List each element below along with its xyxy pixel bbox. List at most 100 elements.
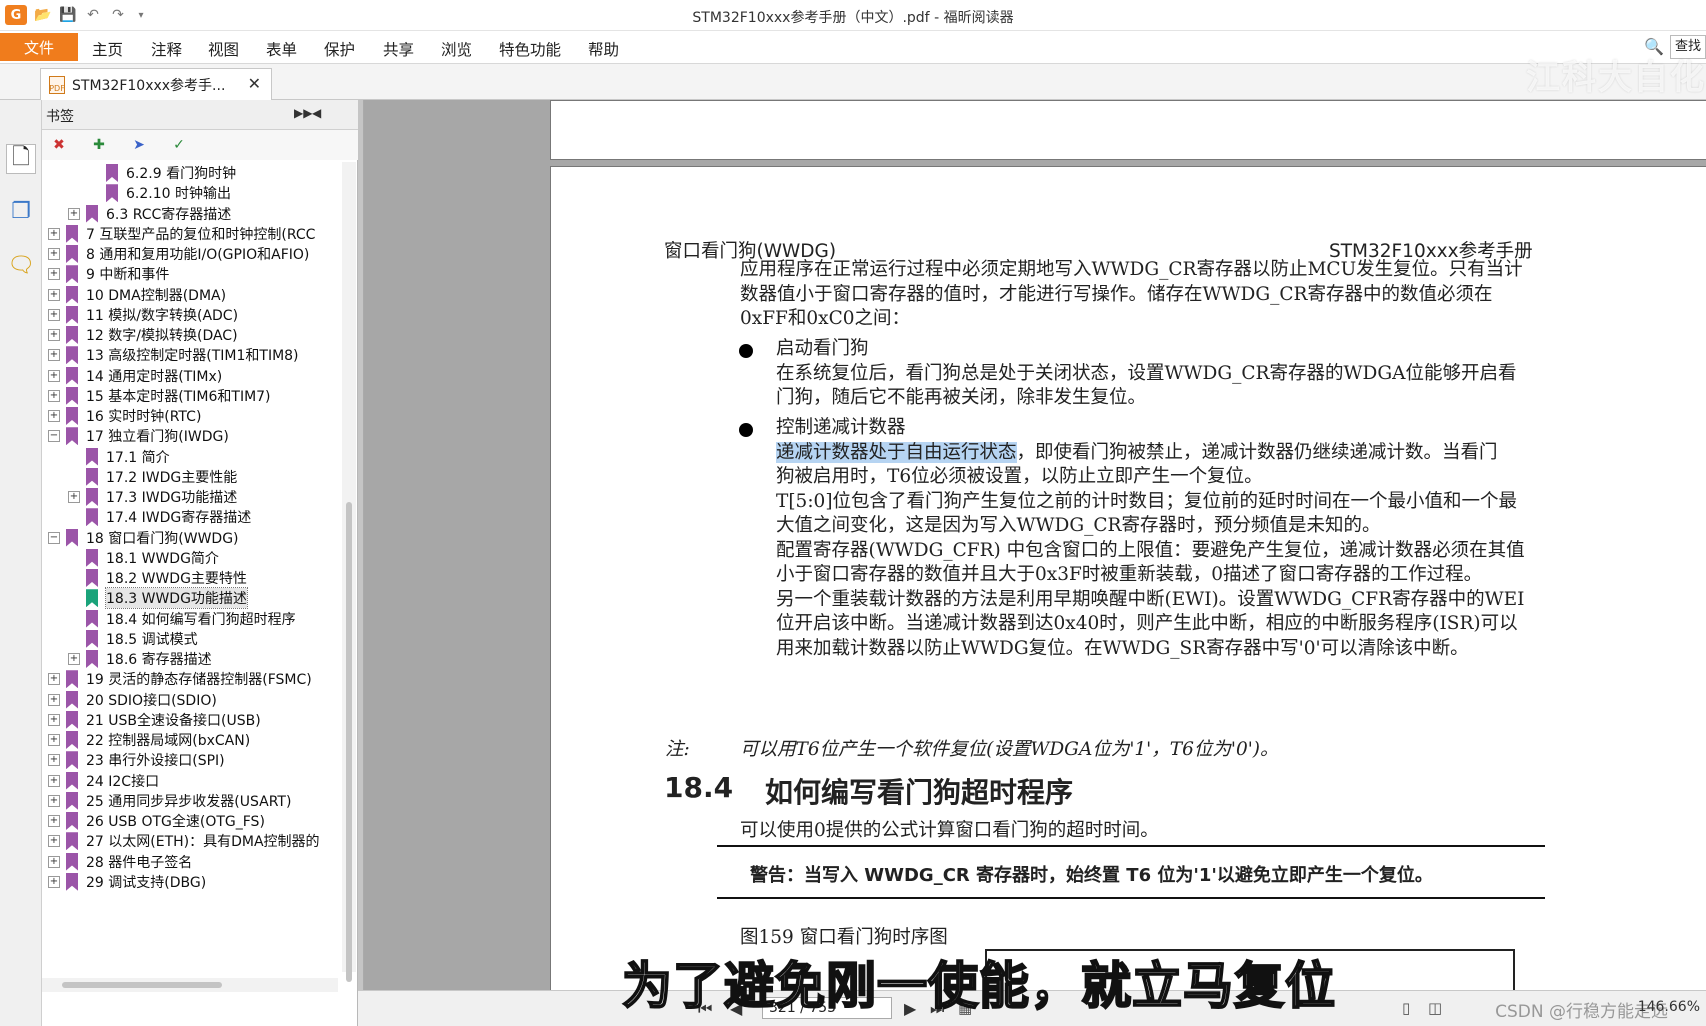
bookmark-item[interactable]: +8 通用和复用功能I/O(GPIO和AFIO) — [48, 243, 309, 265]
highlighted-text[interactable]: 递减计数器处于自由运行状态 — [776, 441, 1017, 463]
tab-browse[interactable]: 浏览 — [441, 38, 472, 60]
expand-bookmark-icon[interactable]: ➤ — [130, 136, 148, 154]
document-tab[interactable]: PDF STM32F10xxx参考手... ✕ — [40, 68, 272, 100]
comments-icon[interactable]: 🗨 — [6, 250, 36, 280]
bookmark-item[interactable]: +18.6 寄存器描述 — [68, 648, 212, 670]
expand-toggle-icon[interactable]: + — [48, 693, 60, 706]
tab-file[interactable]: 文件 — [0, 33, 78, 61]
bookmark-item[interactable]: 17.2 IWDG主要性能 — [68, 466, 237, 488]
expand-toggle-icon[interactable]: + — [48, 875, 60, 888]
bookmark-item[interactable]: +22 控制器局域网(bxCAN) — [48, 729, 250, 751]
expand-toggle-icon[interactable]: + — [48, 673, 60, 686]
bookmark-item[interactable]: +29 调试支持(DBG) — [48, 871, 206, 893]
bookmark-label: 20 SDIO接口(SDIO) — [86, 692, 217, 709]
bookmark-tree: 6.2.9 看门狗时钟 6.2.10 时钟输出 +6.3 RCC寄存器描述 +7 互联… — [42, 162, 338, 972]
expand-toggle-icon[interactable]: + — [68, 491, 80, 503]
collapse-panel-icon[interactable]: ◀ — [312, 106, 321, 120]
bookmark-item[interactable]: +12 数字/模拟转换(DAC) — [48, 324, 238, 346]
tab-comment[interactable]: 注释 — [151, 38, 182, 60]
bookmark-item[interactable]: +7 互联型产品的复位和时钟控制(RCC — [48, 223, 315, 245]
add-bookmark-icon[interactable]: ✚ — [90, 136, 108, 154]
bookmark-item[interactable]: +27 以太网(ETH)：具有DMA控制器的 — [48, 830, 320, 852]
expand-toggle-icon[interactable]: + — [48, 329, 60, 341]
bookmark-item[interactable]: 6.2.9 看门狗时钟 — [88, 162, 236, 184]
tab-protect[interactable]: 保护 — [324, 38, 355, 60]
expand-toggle-icon[interactable]: + — [48, 734, 60, 746]
tab-view[interactable]: 视图 — [208, 38, 239, 60]
single-page-icon[interactable]: ▯ — [1402, 999, 1410, 1017]
expand-toggle-icon[interactable]: + — [48, 835, 60, 848]
expand-toggle-icon[interactable]: + — [48, 369, 60, 382]
bookmark-label: 18.1 WWDG简介 — [106, 550, 219, 567]
bookmark-item[interactable]: − 17 独立看门狗(IWDG) — [48, 425, 229, 447]
bookmark-horizontal-scrollbar[interactable] — [42, 978, 338, 992]
bookmark-item[interactable]: +21 USB全速设备接口(USB) — [48, 709, 261, 731]
current-bookmark-icon[interactable]: ✓ — [170, 136, 188, 154]
expand-toggle-icon[interactable]: + — [48, 774, 60, 787]
bookmark-item-selected[interactable]: 18.3 WWDG功能描述 — [68, 587, 248, 610]
bookmark-item[interactable]: +26 USB OTG全速(OTG_FS) — [48, 810, 265, 832]
bookmark-item[interactable]: 17.1 简介 — [68, 446, 170, 468]
scrollbar-thumb[interactable] — [346, 502, 352, 982]
bookmark-item[interactable]: +10 DMA控制器(DMA) — [48, 284, 226, 306]
panel-splitter[interactable] — [358, 100, 364, 990]
delete-bookmark-icon[interactable]: ✖ — [50, 136, 68, 154]
expand-toggle-icon[interactable]: + — [48, 410, 60, 422]
expand-toggle-icon[interactable]: + — [48, 288, 60, 301]
bookmark-item[interactable]: +17.3 IWDG功能描述 — [68, 486, 237, 508]
expand-toggle-icon[interactable]: + — [48, 268, 60, 281]
bookmark-item[interactable]: +15 基本定时器(TIM6和TIM7) — [48, 385, 271, 407]
two-page-icon[interactable]: ◫ — [1428, 999, 1442, 1017]
bookmark-item[interactable]: +24 I2C接口 — [48, 770, 159, 792]
divider — [717, 845, 1545, 847]
expand-toggle-icon[interactable]: + — [48, 794, 60, 807]
expand-toggle-icon[interactable]: + — [48, 248, 60, 260]
tab-form[interactable]: 表单 — [266, 38, 297, 60]
page-thumbnails-icon[interactable]: ❐ — [6, 196, 36, 226]
collapse-toggle-icon[interactable]: − — [48, 430, 60, 443]
expand-toggle-icon[interactable]: + — [48, 389, 60, 402]
expand-toggle-icon[interactable]: + — [68, 653, 80, 665]
expand-toggle-icon[interactable]: + — [48, 227, 60, 240]
expand-toggle-icon[interactable]: + — [48, 713, 60, 726]
expand-toggle-icon[interactable]: + — [48, 308, 60, 321]
tab-features[interactable]: 特色功能 — [499, 38, 561, 60]
tab-home[interactable]: 主页 — [92, 38, 123, 60]
bookmark-item[interactable]: +20 SDIO接口(SDIO) — [48, 689, 217, 711]
expand-toggle-icon[interactable]: + — [48, 349, 60, 362]
bookmark-item[interactable]: 18.1 WWDG简介 — [68, 547, 219, 569]
bookmark-item[interactable]: +28 器件电子签名 — [48, 851, 192, 873]
bookmark-item[interactable]: − 18 窗口看门狗(WWDG) — [48, 527, 239, 549]
tab-help[interactable]: 帮助 — [588, 38, 619, 60]
panel-options-icon[interactable]: ▶▶ — [294, 106, 312, 120]
bookmark-item[interactable]: 18.2 WWDG主要特性 — [68, 567, 247, 589]
bookmark-item[interactable]: +9 中断和事件 — [48, 263, 169, 285]
collapse-toggle-icon[interactable]: − — [48, 531, 60, 544]
bookmark-label: 18.4 如何编写看门狗超时程序 — [106, 611, 296, 628]
scrollbar-thumb[interactable] — [62, 982, 222, 988]
bookmark-panel-icon[interactable]: 🗋 — [6, 144, 36, 174]
expand-toggle-icon[interactable]: + — [48, 855, 60, 868]
tab-share[interactable]: 共享 — [383, 38, 414, 60]
bookmark-item[interactable]: +13 高级控制定时器(TIM1和TIM8) — [48, 344, 299, 366]
zoom-level[interactable]: 146.66% — [1638, 999, 1700, 1015]
expand-toggle-icon[interactable]: + — [48, 815, 60, 827]
expand-toggle-icon[interactable]: + — [68, 207, 80, 220]
document-viewer[interactable]: 窗口看门狗(WWDG) STM32F10xxx参考手册 应用程序在正常运行过程中… — [358, 100, 1706, 990]
bookmark-item[interactable]: +14 通用定时器(TIMx) — [48, 365, 222, 387]
bookmark-item[interactable]: +6.3 RCC寄存器描述 — [68, 203, 231, 225]
close-tab-icon[interactable]: ✕ — [248, 74, 261, 93]
bookmark-item[interactable]: +19 灵活的静态存储器控制器(FSMC) — [48, 668, 312, 690]
bookmark-item[interactable]: +11 模拟/数字转换(ADC) — [48, 304, 238, 326]
bookmark-vertical-scrollbar[interactable] — [342, 162, 356, 982]
bookmark-item[interactable]: 18.5 调试模式 — [68, 628, 198, 650]
bookmark-label: 18.5 调试模式 — [106, 631, 198, 648]
window-title: STM32F10xxx参考手册（中文）.pdf - 福昕阅读器 — [692, 10, 1014, 26]
bookmark-item[interactable]: 6.2.10 时钟输出 — [88, 182, 231, 204]
bookmark-item[interactable]: +16 实时时钟(RTC) — [48, 405, 201, 427]
expand-toggle-icon[interactable]: + — [48, 754, 60, 767]
bookmark-item[interactable]: +23 串行外设接口(SPI) — [48, 749, 225, 771]
bookmark-item[interactable]: 18.4 如何编写看门狗超时程序 — [68, 608, 296, 630]
bookmark-item[interactable]: +25 通用同步异步收发器(USART) — [48, 790, 291, 812]
bookmark-item[interactable]: 17.4 IWDG寄存器描述 — [68, 506, 251, 528]
